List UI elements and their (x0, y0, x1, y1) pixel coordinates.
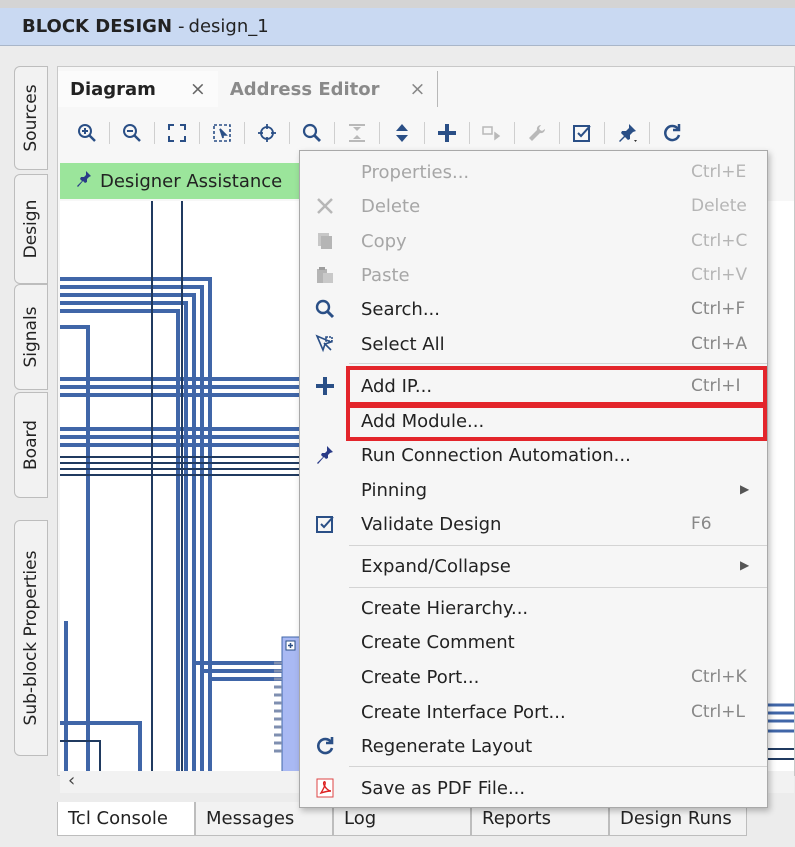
toolbar-separator (154, 122, 155, 144)
chevron-left-icon[interactable]: ‹ (68, 770, 75, 791)
select-all-icon (310, 331, 340, 357)
pin-icon[interactable] (612, 118, 642, 148)
add-module-icon[interactable] (477, 118, 507, 148)
menu-item-delete[interactable]: Delete Delete (300, 189, 769, 223)
pin-icon (310, 442, 340, 468)
menu-item-validate-design[interactable]: Validate Design F6 (300, 507, 769, 541)
plus-icon (310, 373, 340, 399)
toolbar-separator (559, 122, 560, 144)
validate-icon (310, 511, 340, 537)
side-tab-signals[interactable]: Signals (14, 284, 48, 390)
window-header: BLOCK DESIGN - design_1 (0, 8, 795, 46)
menu-item-save-as-pdf[interactable]: Save as PDF File... (300, 771, 769, 805)
menu-item-run-connection-automation[interactable]: Run Connection Automation... (300, 438, 769, 472)
close-icon[interactable]: × (410, 78, 426, 100)
menu-item-paste[interactable]: Paste Ctrl+V (300, 258, 769, 292)
tab-tcl-console[interactable]: Tcl Console (57, 802, 195, 836)
validate-icon[interactable] (567, 118, 597, 148)
tab-diagram[interactable]: Diagram × (58, 71, 218, 107)
zoom-area-icon[interactable] (207, 118, 237, 148)
page-subtitle: - design_1 (178, 16, 269, 37)
menu-item-pinning[interactable]: Pinning ▶ (300, 473, 769, 507)
expand-icon[interactable] (387, 118, 417, 148)
pin-icon (76, 170, 92, 193)
menu-item-expand-collapse[interactable]: Expand/Collapse ▶ (300, 549, 769, 583)
side-tab-sub-block-properties[interactable]: Sub-block Properties (14, 520, 48, 756)
menu-item-create-port[interactable]: Create Port... Ctrl+K (300, 660, 769, 694)
center-icon[interactable] (252, 118, 282, 148)
top-strip (0, 0, 795, 8)
toolbar-separator (289, 122, 290, 144)
collapse-icon[interactable] (342, 118, 372, 148)
copy-icon (310, 228, 340, 254)
menu-item-search[interactable]: Search... Ctrl+F (300, 292, 769, 326)
toolbar-separator (469, 122, 470, 144)
menu-separator (349, 766, 767, 767)
menu-separator (349, 587, 767, 588)
close-icon[interactable]: × (190, 78, 206, 100)
toolbar-separator (514, 122, 515, 144)
zoom-in-icon[interactable] (72, 118, 102, 148)
toolbar-separator (379, 122, 380, 144)
chevron-right-icon: ▶ (740, 482, 750, 496)
menu-separator (349, 363, 767, 364)
designer-assistance-banner[interactable]: Designer Assistance (60, 163, 300, 199)
paste-icon (310, 262, 340, 288)
chevron-right-icon: ▶ (740, 558, 750, 572)
side-tab-design[interactable]: Design (14, 174, 48, 284)
wrench-icon[interactable] (522, 118, 552, 148)
toolbar-separator (334, 122, 335, 144)
side-tab-strip: Sources Design Signals Board Sub-block P… (14, 66, 48, 756)
menu-item-create-interface-port[interactable]: Create Interface Port... Ctrl+L (300, 695, 769, 729)
zoom-out-icon[interactable] (117, 118, 147, 148)
toolbar-separator (199, 122, 200, 144)
toolbar-separator (244, 122, 245, 144)
toolbar-separator (109, 122, 110, 144)
search-icon[interactable] (297, 118, 327, 148)
page-title: BLOCK DESIGN (22, 16, 173, 37)
diagram-toolbar (58, 111, 795, 155)
menu-separator (349, 545, 767, 546)
highlight-box-add-module (346, 404, 767, 441)
tab-address-editor[interactable]: Address Editor × (218, 71, 439, 107)
toolbar-separator (649, 122, 650, 144)
refresh-icon (310, 733, 340, 759)
tab-bar: Diagram × Address Editor × (58, 67, 795, 107)
context-menu: Properties... Ctrl+E Delete Delete Copy … (299, 150, 768, 808)
menu-item-create-comment[interactable]: Create Comment (300, 625, 769, 659)
delete-icon (310, 193, 340, 219)
toolbar-separator (424, 122, 425, 144)
pdf-icon (310, 775, 340, 801)
add-icon[interactable] (432, 118, 462, 148)
menu-item-properties[interactable]: Properties... Ctrl+E (300, 155, 769, 189)
menu-item-copy[interactable]: Copy Ctrl+C (300, 224, 769, 258)
search-icon (310, 296, 340, 322)
highlight-box-add-ip (346, 366, 767, 406)
refresh-icon[interactable] (657, 118, 687, 148)
menu-item-regenerate-layout[interactable]: Regenerate Layout (300, 729, 769, 763)
side-tab-sources[interactable]: Sources (14, 66, 48, 170)
side-tab-board[interactable]: Board (14, 392, 48, 498)
menu-item-select-all[interactable]: Select All Ctrl+A (300, 327, 769, 361)
menu-item-create-hierarchy[interactable]: Create Hierarchy... (300, 591, 769, 625)
toolbar-separator (604, 122, 605, 144)
zoom-fit-icon[interactable] (162, 118, 192, 148)
